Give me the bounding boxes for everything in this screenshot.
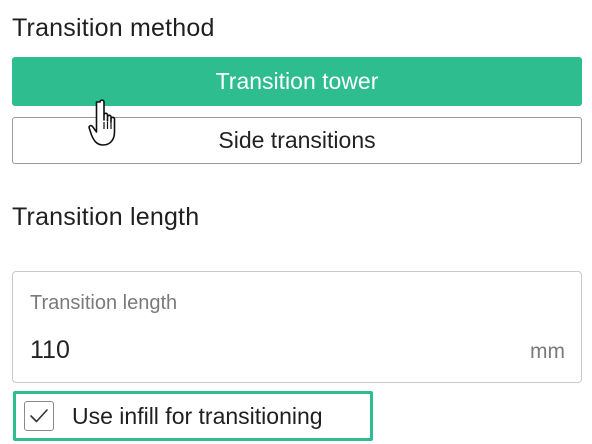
transition-length-heading: Transition length bbox=[12, 203, 200, 231]
unit-label: mm bbox=[530, 340, 565, 363]
hand-pointer-icon bbox=[88, 99, 116, 146]
use-infill-checkbox[interactable] bbox=[24, 401, 54, 431]
use-infill-label: Use infill for transitioning bbox=[72, 402, 323, 429]
transition-method-heading: Transition method bbox=[12, 14, 215, 42]
checkmark-icon bbox=[30, 409, 48, 423]
transition-length-field[interactable]: Transition length 110 mm bbox=[12, 271, 582, 383]
transition-length-label: Transition length bbox=[30, 292, 178, 314]
use-infill-checkbox-row[interactable]: Use infill for transitioning bbox=[13, 391, 373, 441]
transition-length-input[interactable]: 110 bbox=[30, 336, 470, 365]
